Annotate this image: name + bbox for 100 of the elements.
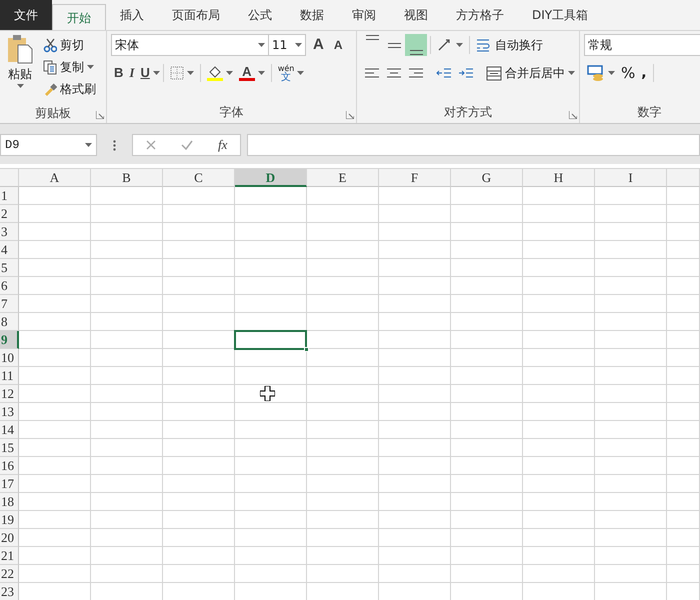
spreadsheet-cell[interactable] <box>91 313 163 331</box>
spreadsheet-cell[interactable] <box>451 349 523 367</box>
spreadsheet-cell[interactable] <box>595 349 667 367</box>
column-header[interactable]: C <box>163 169 235 187</box>
ribbon-tab[interactable]: 视图 <box>390 0 442 30</box>
spreadsheet-cell[interactable] <box>91 439 163 457</box>
spreadsheet-cell[interactable] <box>667 475 700 493</box>
row-header[interactable]: 20 <box>0 529 19 547</box>
spreadsheet-cell[interactable] <box>307 457 379 475</box>
spreadsheet-cell[interactable] <box>91 457 163 475</box>
row-header[interactable]: 11 <box>0 367 19 385</box>
wrap-text-button[interactable]: 自动换行 <box>473 34 546 56</box>
column-header[interactable]: E <box>307 169 379 187</box>
spreadsheet-cell[interactable] <box>19 295 91 313</box>
ribbon-tab[interactable]: 开始 <box>52 4 106 30</box>
spreadsheet-cell[interactable] <box>667 349 700 367</box>
spreadsheet-cell[interactable] <box>19 385 91 403</box>
row-header[interactable]: 3 <box>0 223 19 241</box>
spreadsheet-cell[interactable] <box>91 529 163 547</box>
spreadsheet-cell[interactable] <box>667 529 700 547</box>
row-header[interactable]: 18 <box>0 493 19 511</box>
spreadsheet-cell[interactable] <box>307 385 379 403</box>
spreadsheet-cell[interactable] <box>235 547 307 565</box>
spreadsheet-cell[interactable] <box>19 493 91 511</box>
formula-input[interactable] <box>247 134 700 156</box>
spreadsheet-cell[interactable] <box>19 331 91 349</box>
spreadsheet-cell[interactable] <box>595 547 667 565</box>
spreadsheet-cell[interactable] <box>667 331 700 349</box>
spreadsheet-cell[interactable] <box>523 205 595 223</box>
spreadsheet-cell[interactable] <box>451 475 523 493</box>
spreadsheet-cell[interactable] <box>667 241 700 259</box>
column-header[interactable]: F <box>379 169 451 187</box>
spreadsheet-cell[interactable] <box>451 439 523 457</box>
spreadsheet-cell[interactable] <box>379 385 451 403</box>
spreadsheet-cell[interactable] <box>307 223 379 241</box>
spreadsheet-cell[interactable] <box>595 403 667 421</box>
spreadsheet-cell[interactable] <box>307 349 379 367</box>
row-header[interactable]: 13 <box>0 403 19 421</box>
spreadsheet-cell[interactable] <box>307 421 379 439</box>
spreadsheet-cell[interactable] <box>595 295 667 313</box>
spreadsheet-cell[interactable] <box>595 457 667 475</box>
spreadsheet-cell[interactable] <box>667 565 700 583</box>
spreadsheet-cell[interactable] <box>451 295 523 313</box>
spreadsheet-cell[interactable] <box>667 223 700 241</box>
row-header[interactable]: 9 <box>0 331 19 349</box>
spreadsheet-cell[interactable] <box>667 511 700 529</box>
spreadsheet-cell[interactable] <box>523 457 595 475</box>
align-bottom-button[interactable] <box>405 34 427 56</box>
spreadsheet-cell[interactable] <box>667 421 700 439</box>
insert-function-button[interactable]: fx <box>215 134 230 156</box>
spreadsheet-cell[interactable] <box>307 565 379 583</box>
spreadsheet-cell[interactable] <box>307 277 379 295</box>
spreadsheet-cell[interactable] <box>451 565 523 583</box>
spreadsheet-cell[interactable] <box>19 367 91 385</box>
number-format-field[interactable]: 常规 <box>584 34 700 56</box>
spreadsheet-cell[interactable] <box>19 547 91 565</box>
spreadsheet-cell[interactable] <box>19 403 91 421</box>
spreadsheet-cell[interactable] <box>307 439 379 457</box>
spreadsheet-cell[interactable] <box>451 511 523 529</box>
spreadsheet-cell[interactable] <box>235 187 307 205</box>
spreadsheet-cell[interactable] <box>163 313 235 331</box>
spreadsheet-cell[interactable] <box>307 331 379 349</box>
spreadsheet-cell[interactable] <box>667 493 700 511</box>
spreadsheet-cell[interactable] <box>451 367 523 385</box>
spreadsheet-cell[interactable] <box>379 403 451 421</box>
spreadsheet-cell[interactable] <box>379 457 451 475</box>
spreadsheet-cell[interactable] <box>379 421 451 439</box>
spreadsheet-cell[interactable] <box>19 565 91 583</box>
ribbon-tab[interactable]: 页面布局 <box>158 0 234 30</box>
spreadsheet-cell[interactable] <box>595 565 667 583</box>
spreadsheet-cell[interactable] <box>667 439 700 457</box>
fill-handle[interactable] <box>304 347 309 352</box>
spreadsheet-cell[interactable] <box>523 187 595 205</box>
spreadsheet-cell[interactable] <box>667 277 700 295</box>
selected-cell[interactable] <box>234 330 307 350</box>
row-header[interactable]: 5 <box>0 259 19 277</box>
spreadsheet-cell[interactable] <box>235 565 307 583</box>
spreadsheet-cell[interactable] <box>451 403 523 421</box>
column-header[interactable]: A <box>19 169 91 187</box>
spreadsheet-cell[interactable] <box>235 277 307 295</box>
spreadsheet-cell[interactable] <box>379 349 451 367</box>
spreadsheet-cell[interactable] <box>163 385 235 403</box>
spreadsheet-cell[interactable] <box>595 439 667 457</box>
spreadsheet-cell[interactable] <box>451 331 523 349</box>
spreadsheet-cell[interactable] <box>91 493 163 511</box>
spreadsheet-cell[interactable] <box>379 313 451 331</box>
row-header[interactable]: 16 <box>0 457 19 475</box>
spreadsheet-cell[interactable] <box>379 565 451 583</box>
spreadsheet-cell[interactable] <box>19 241 91 259</box>
spreadsheet-cell[interactable] <box>163 475 235 493</box>
spreadsheet-cell[interactable] <box>595 529 667 547</box>
spreadsheet-cell[interactable] <box>19 475 91 493</box>
spreadsheet-cell[interactable] <box>523 403 595 421</box>
spreadsheet-cell[interactable] <box>235 205 307 223</box>
row-header[interactable]: 22 <box>0 565 19 583</box>
spreadsheet-cell[interactable] <box>307 241 379 259</box>
comma-style-button[interactable]: , <box>638 62 650 84</box>
spreadsheet-cell[interactable] <box>451 277 523 295</box>
spreadsheet-cell[interactable] <box>235 475 307 493</box>
spreadsheet-cell[interactable] <box>379 277 451 295</box>
